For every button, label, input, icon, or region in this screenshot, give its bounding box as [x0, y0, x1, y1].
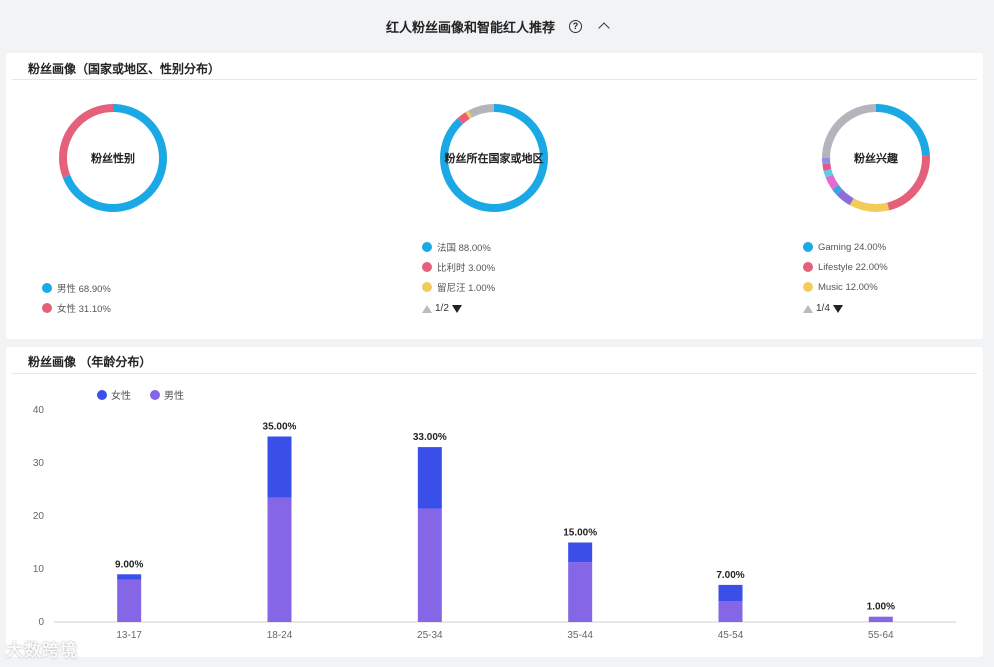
bar-female[interactable]: [267, 436, 292, 498]
country-donut: 粉丝所在国家或地区: [434, 98, 554, 218]
legend-label: Lifestyle 22.00%: [818, 261, 888, 273]
section-title: 红人粉丝画像和智能红人推荐: [385, 19, 555, 35]
next-page-icon[interactable]: [832, 304, 843, 313]
gender-country-card: 粉丝画像（国家或地区、性别分布） 粉丝性别 男性 68.90% 女性 31.10…: [6, 53, 983, 339]
legend-item[interactable]: 比利时 3.00%: [422, 257, 495, 277]
legend-item[interactable]: 留尼汪 1.00%: [422, 277, 495, 297]
interest-pager: 1/4: [803, 303, 843, 314]
legend-dot: [42, 283, 52, 293]
country-pager: 1/2: [422, 303, 462, 314]
interest-donut-label: 粉丝兴趣: [854, 153, 898, 165]
gender-donut: 粉丝性别: [53, 98, 173, 218]
bar-male[interactable]: [718, 601, 743, 622]
bar-male[interactable]: [267, 497, 292, 622]
legend-item[interactable]: 女性 31.10%: [42, 298, 111, 318]
interest-legend: Gaming 24.00% Lifestyle 22.00% Music 12.…: [803, 237, 888, 297]
legend-dot: [42, 303, 52, 313]
watermark: 大数跨境: [6, 641, 78, 660]
bar-male[interactable]: [417, 508, 442, 622]
x-tick-label: 35-44: [567, 630, 593, 641]
bar-female[interactable]: [568, 542, 593, 563]
y-tick-label: 10: [33, 564, 45, 575]
next-page-icon[interactable]: [451, 304, 462, 313]
card-title: 粉丝画像（国家或地区、性别分布）: [28, 62, 221, 76]
legend-dot: [803, 262, 813, 272]
help-icon[interactable]: ?: [569, 19, 582, 33]
legend-label: Music 12.00%: [818, 281, 878, 293]
x-tick-label: 45-54: [718, 630, 744, 641]
country-legend: 法国 88.00% 比利时 3.00% 留尼汪 1.00%: [422, 237, 495, 297]
age-distribution-card: 粉丝画像 （年龄分布） 0 10 20 30 40 女性 男性 9.00% 13-17 35.00…: [6, 347, 983, 657]
legend-item[interactable]: Gaming 24.00%: [803, 237, 888, 257]
legend-item[interactable]: 男性 68.90%: [42, 278, 111, 298]
legend-label[interactable]: 女性: [111, 389, 131, 402]
data-label: 35.00%: [263, 422, 297, 433]
x-tick-label: 13-17: [116, 630, 142, 641]
chevron-up-icon[interactable]: [598, 22, 610, 34]
legend-label[interactable]: 男性: [164, 389, 184, 402]
x-tick-label: 55-64: [868, 630, 894, 641]
legend-dot[interactable]: [150, 390, 160, 400]
gender-legend: 男性 68.90% 女性 31.10%: [42, 278, 111, 318]
legend-item[interactable]: Lifestyle 22.00%: [803, 257, 888, 277]
data-label: 33.00%: [413, 432, 447, 443]
legend-label: Gaming 24.00%: [818, 241, 887, 253]
age-bar-chart: 0 10 20 30 40 女性 男性 9.00% 13-17 35.00% 18-24 33.00%…: [33, 389, 956, 641]
data-label: 1.00%: [867, 602, 895, 613]
legend-label: 留尼汪 1.00%: [437, 283, 496, 294]
bar-male[interactable]: [117, 579, 142, 622]
legend-item[interactable]: 法国 88.00%: [422, 237, 495, 257]
legend-dot: [803, 242, 813, 252]
section-header[interactable]: 红人粉丝画像和智能红人推荐 ?: [0, 0, 994, 52]
gender-donut-label: 粉丝性别: [91, 153, 135, 165]
data-label: 7.00%: [716, 570, 744, 581]
prev-page-icon[interactable]: [803, 304, 813, 313]
y-tick-label: 40: [33, 405, 45, 416]
bar-male[interactable]: [568, 562, 593, 622]
legend-dot: [422, 262, 432, 272]
bar-female[interactable]: [117, 574, 142, 580]
y-tick-label: 30: [33, 458, 45, 469]
legend-dot: [422, 282, 432, 292]
data-label: 9.00%: [115, 559, 143, 570]
data-label: 15.00%: [563, 528, 597, 539]
x-tick-label: 25-34: [417, 630, 443, 641]
legend-label: 男性 68.90%: [57, 284, 111, 295]
x-tick-label: 18-24: [267, 630, 293, 641]
prev-page-icon[interactable]: [422, 304, 432, 313]
legend-label: 法国 88.00%: [437, 243, 491, 254]
legend-dot: [803, 282, 813, 292]
y-tick-label: 20: [33, 511, 45, 522]
interest-donut: 粉丝兴趣: [816, 98, 936, 218]
divider: [12, 79, 977, 80]
legend-dot[interactable]: [97, 390, 107, 400]
country-donut-label: 粉丝所在国家或地区: [444, 153, 544, 165]
bar-female[interactable]: [718, 584, 743, 602]
legend-item[interactable]: Music 12.00%: [803, 277, 888, 297]
page-indicator: 1/4: [816, 303, 830, 314]
bar-male[interactable]: [868, 616, 893, 622]
legend-dot: [422, 242, 432, 252]
bar-female[interactable]: [417, 447, 442, 509]
legend-label: 女性 31.10%: [57, 304, 111, 315]
legend-label: 比利时 3.00%: [437, 263, 496, 274]
page-indicator: 1/2: [435, 303, 449, 314]
y-tick-label: 0: [38, 617, 44, 628]
